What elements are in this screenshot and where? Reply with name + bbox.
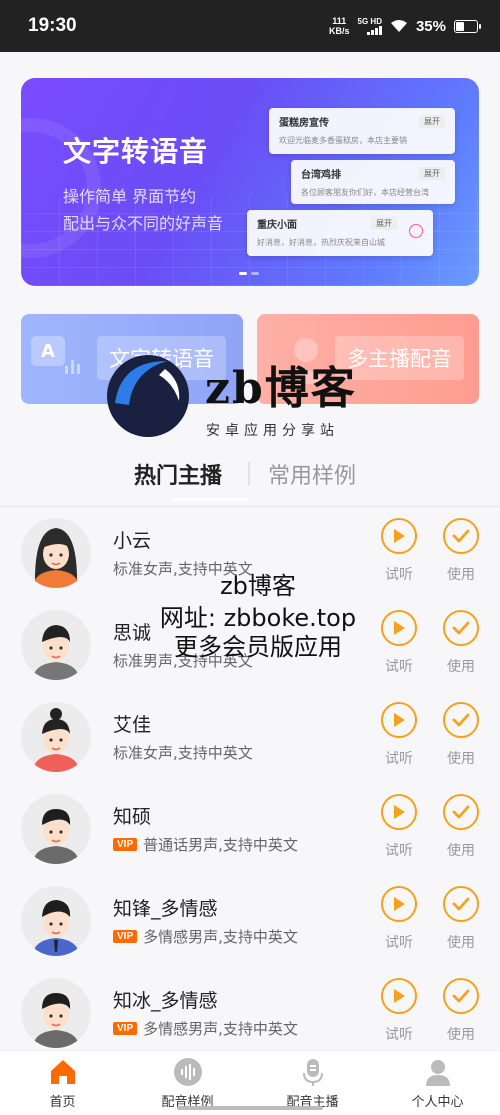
banner-subtitle-2: 配出与众不同的好声音 — [63, 214, 224, 233]
promo-banner[interactable]: 文字转语音 操作简单 界面节约 配出与众不同的好声音 蛋糕房宣传 展开 欢迎光临… — [21, 78, 479, 286]
use-button[interactable]: 使用 — [441, 886, 481, 952]
voice-description: VIP 多情感男声,支持中英文 — [113, 1018, 298, 1039]
status-bar: 19:30 111 KB/s 5G HD 35% — [0, 0, 500, 52]
preview-button[interactable]: 试听 — [379, 886, 419, 952]
avatar — [21, 794, 91, 864]
play-icon — [381, 518, 417, 554]
avatar — [21, 886, 91, 956]
waveform-icon — [173, 1058, 202, 1086]
banner-sample-card: 台湾鸡排 展开 各位顾客朋友你们好，本店经营台湾 — [291, 160, 455, 204]
tab-divider — [248, 462, 250, 486]
vip-badge: VIP — [113, 838, 138, 851]
tab-active-indicator — [172, 498, 248, 501]
watermark-overlay-line: 更多会员版应用 — [174, 633, 342, 661]
play-icon — [381, 794, 417, 830]
person-icon — [425, 1060, 450, 1086]
signal-icon: 5G HD — [358, 17, 382, 35]
text-icon: A — [31, 336, 65, 366]
use-button[interactable]: 使用 — [441, 794, 481, 860]
tab-common-samples[interactable]: 常用样例 — [268, 458, 356, 490]
voice-name: 知冰_多情感 — [113, 990, 218, 1012]
wifi-icon — [390, 20, 407, 32]
carousel-indicator — [239, 272, 259, 275]
banner-title: 文字转语音 — [63, 135, 209, 168]
preview-button[interactable]: 试听 — [379, 794, 419, 860]
watermark-tagline: 安卓应用分享站 — [206, 423, 339, 439]
check-icon — [443, 794, 479, 830]
banner-sample-card: 蛋糕房宣传 展开 欢迎光临麦多香蛋糕房，本店主要销 — [269, 108, 455, 154]
use-button[interactable]: 使用 — [441, 978, 481, 1044]
home-icon — [50, 1060, 75, 1084]
voice-description: VIP 多情感男声,支持中英文 — [113, 926, 298, 947]
tab-hot-anchors[interactable]: 热门主播 — [134, 458, 222, 490]
voice-name: 小云 — [113, 530, 152, 552]
voice-name: 知锋_多情感 — [113, 898, 218, 920]
vip-badge: VIP — [113, 930, 138, 943]
voice-description: 标准女声,支持中英文 — [113, 744, 253, 762]
play-icon — [381, 886, 417, 922]
check-icon — [409, 224, 423, 238]
divider — [0, 506, 500, 507]
battery-percent: 35% — [415, 17, 446, 35]
vip-badge: VIP — [113, 1022, 138, 1035]
nav-item-home[interactable]: 首页 — [0, 1051, 125, 1115]
banner-subtitle-1: 操作简单 界面节约 — [63, 187, 197, 206]
play-icon — [381, 702, 417, 738]
network-speed: 111 KB/s — [329, 16, 350, 36]
banner-sample-card: 重庆小面 展开 好消息，好消息，热烈庆祝来自山城 — [247, 210, 433, 256]
check-icon — [443, 518, 479, 554]
microphone-icon — [302, 1059, 323, 1086]
status-time: 19:30 — [28, 15, 77, 36]
list-item[interactable]: 艾佳 标准女声,支持中英文 试听 使用 — [0, 696, 500, 788]
voice-description: VIP 普通话男声,支持中英文 — [113, 834, 298, 855]
voice-name: 艾佳 — [113, 714, 152, 736]
nav-item-profile[interactable]: 个人中心 — [375, 1051, 500, 1115]
check-icon — [443, 886, 479, 922]
preview-button[interactable]: 试听 — [379, 702, 419, 768]
list-item[interactable]: 知硕 VIP 普通话男声,支持中英文 试听 使用 — [0, 788, 500, 880]
battery-icon — [454, 19, 481, 33]
watermark-brand: zb博客 — [205, 363, 357, 414]
voice-name: 知硕 — [113, 806, 152, 828]
avatar — [21, 978, 91, 1048]
play-icon — [381, 978, 417, 1014]
list-item[interactable]: 知锋_多情感 VIP 多情感男声,支持中英文 试听 使用 — [0, 880, 500, 972]
watermark-logo-icon — [107, 355, 189, 437]
preview-button[interactable]: 试听 — [379, 978, 419, 1044]
use-button[interactable]: 使用 — [441, 702, 481, 768]
check-icon — [443, 978, 479, 1014]
watermark-overlay-line: zb博客 — [220, 572, 296, 600]
home-indicator — [177, 1106, 323, 1110]
status-icons: 111 KB/s 5G HD 35% — [329, 16, 481, 36]
check-icon — [443, 702, 479, 738]
avatar — [21, 702, 91, 772]
audio-bars-icon — [65, 360, 80, 374]
